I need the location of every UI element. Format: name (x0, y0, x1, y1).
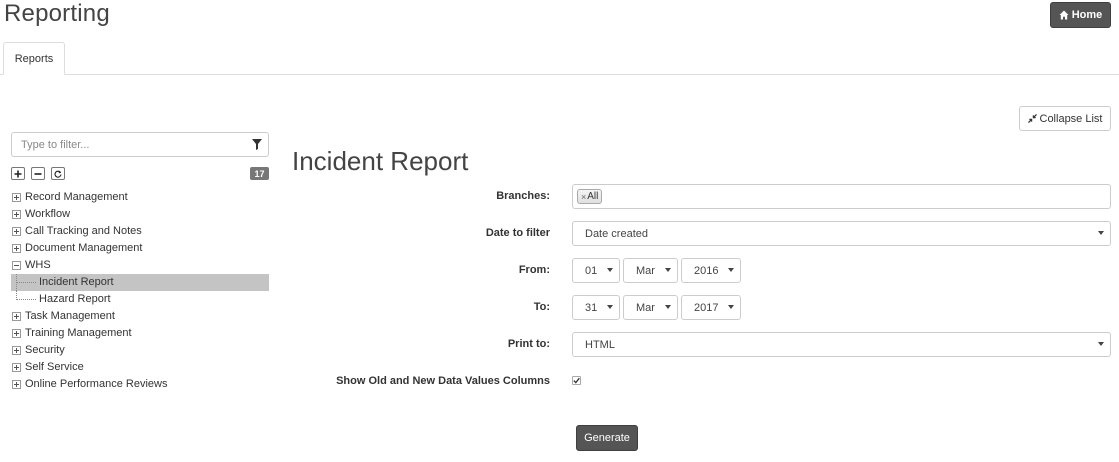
chevron-down-icon (607, 268, 613, 272)
from-month-select[interactable]: Mar (623, 258, 678, 283)
tree-item-label: Document Management (25, 242, 143, 254)
tree-item-record-management[interactable]: Record Management (11, 189, 269, 206)
report-tree: Record Management Workflow Call Tracking… (11, 189, 269, 393)
tree-item-label: WHS (25, 259, 51, 271)
home-button[interactable]: Home (1050, 2, 1111, 28)
chevron-down-icon (665, 268, 671, 272)
tree-item-whs[interactable]: WHS (11, 257, 269, 274)
expand-icon[interactable] (12, 244, 21, 253)
to-day-select[interactable]: 31 (572, 295, 620, 320)
tree-item-label: Training Management (25, 327, 132, 339)
tree-connector (16, 282, 36, 283)
expand-icon[interactable] (12, 329, 21, 338)
home-button-label: Home (1071, 9, 1103, 21)
tree-item-online-performance-reviews[interactable]: Online Performance Reviews (11, 376, 269, 393)
expand-icon[interactable] (12, 363, 21, 372)
to-year-value: 2017 (694, 301, 719, 314)
plus-icon (14, 170, 22, 177)
checkmark-icon (573, 377, 580, 384)
branches-select[interactable]: × All (572, 184, 1111, 209)
from-year-select[interactable]: 2016 (681, 258, 741, 283)
from-label: From: (518, 264, 550, 276)
collapse-icon[interactable] (12, 261, 21, 270)
to-month-select[interactable]: Mar (623, 295, 678, 320)
expand-icon[interactable] (12, 346, 21, 355)
tree-item-label: Self Service (25, 361, 84, 373)
tree-item-incident-report[interactable]: Incident Report (11, 274, 269, 291)
print-to-select[interactable]: HTML (572, 332, 1111, 357)
tree-item-workflow[interactable]: Workflow (11, 206, 269, 223)
show-columns-checkbox[interactable] (572, 376, 581, 385)
chevron-down-icon (1098, 231, 1104, 235)
collapse-all-button[interactable] (31, 167, 45, 180)
tree-item-self-service[interactable]: Self Service (11, 359, 269, 376)
expand-all-button[interactable] (11, 167, 25, 180)
expand-icon[interactable] (12, 380, 21, 389)
generate-button[interactable]: Generate (576, 425, 638, 451)
branch-tag-all: × All (577, 189, 603, 204)
tree-item-hazard-report[interactable]: Hazard Report (11, 291, 269, 308)
refresh-tree-button[interactable] (51, 167, 65, 180)
to-month-value: Mar (636, 301, 655, 314)
refresh-icon (54, 170, 62, 178)
home-icon (1059, 10, 1069, 20)
expand-icon[interactable] (12, 193, 21, 202)
to-day-value: 31 (585, 301, 598, 314)
from-year-value: 2016 (694, 264, 719, 277)
remove-tag-icon[interactable]: × (581, 192, 586, 202)
page-title: Reporting (4, 0, 110, 27)
count-badge: 17 (250, 167, 269, 180)
tree-item-label: Online Performance Reviews (25, 378, 168, 390)
date-to-filter-label: Date to filter (485, 227, 550, 239)
tree-item-label: Incident Report (39, 276, 114, 288)
expand-icon[interactable] (12, 227, 21, 236)
tree-connector (16, 299, 36, 300)
chevron-down-icon (607, 305, 613, 309)
print-to-label: Print to: (507, 338, 550, 350)
chevron-down-icon (728, 305, 734, 309)
filter-icon[interactable] (252, 139, 262, 150)
to-label: To: (533, 301, 550, 313)
branches-label: Branches: (496, 190, 550, 202)
report-title: Incident Report (292, 146, 469, 176)
tree-item-label: Call Tracking and Notes (25, 225, 142, 237)
collapse-list-button[interactable]: Collapse List (1019, 106, 1111, 131)
tree-item-label: Workflow (25, 208, 71, 220)
print-to-value: HTML (585, 338, 615, 351)
tree-item-label: Record Management (25, 191, 128, 203)
minus-icon (34, 172, 42, 175)
branch-tag-label: All (587, 191, 599, 202)
from-day-value: 01 (585, 264, 598, 277)
show-columns-label: Show Old and New Data Values Columns (336, 375, 550, 387)
tree-item-label: Hazard Report (39, 293, 111, 305)
collapse-list-label: Collapse List (1039, 112, 1103, 125)
tree-item-label: Security (25, 344, 65, 356)
chevron-down-icon (728, 268, 734, 272)
tree-item-label: Task Management (25, 310, 115, 322)
tab-reports[interactable]: Reports (3, 42, 65, 75)
compress-icon (1027, 114, 1037, 123)
date-to-filter-value: Date created (585, 227, 648, 240)
expand-icon[interactable] (12, 210, 21, 219)
chevron-down-icon (1098, 342, 1104, 346)
tree-item-security[interactable]: Security (11, 342, 269, 359)
tree-item-task-management[interactable]: Task Management (11, 308, 269, 325)
to-year-select[interactable]: 2017 (681, 295, 741, 320)
from-day-select[interactable]: 01 (572, 258, 620, 283)
tab-bar: Reports (0, 42, 1119, 75)
from-month-value: Mar (636, 264, 655, 277)
date-to-filter-select[interactable]: Date created (572, 221, 1111, 246)
tree-item-training-management[interactable]: Training Management (11, 325, 269, 342)
chevron-down-icon (665, 305, 671, 309)
tree-item-document-management[interactable]: Document Management (11, 240, 269, 257)
tree-filter-input[interactable] (12, 133, 242, 156)
tree-filter (11, 132, 269, 157)
tree-item-call-tracking-and-notes[interactable]: Call Tracking and Notes (11, 223, 269, 240)
expand-icon[interactable] (12, 312, 21, 321)
